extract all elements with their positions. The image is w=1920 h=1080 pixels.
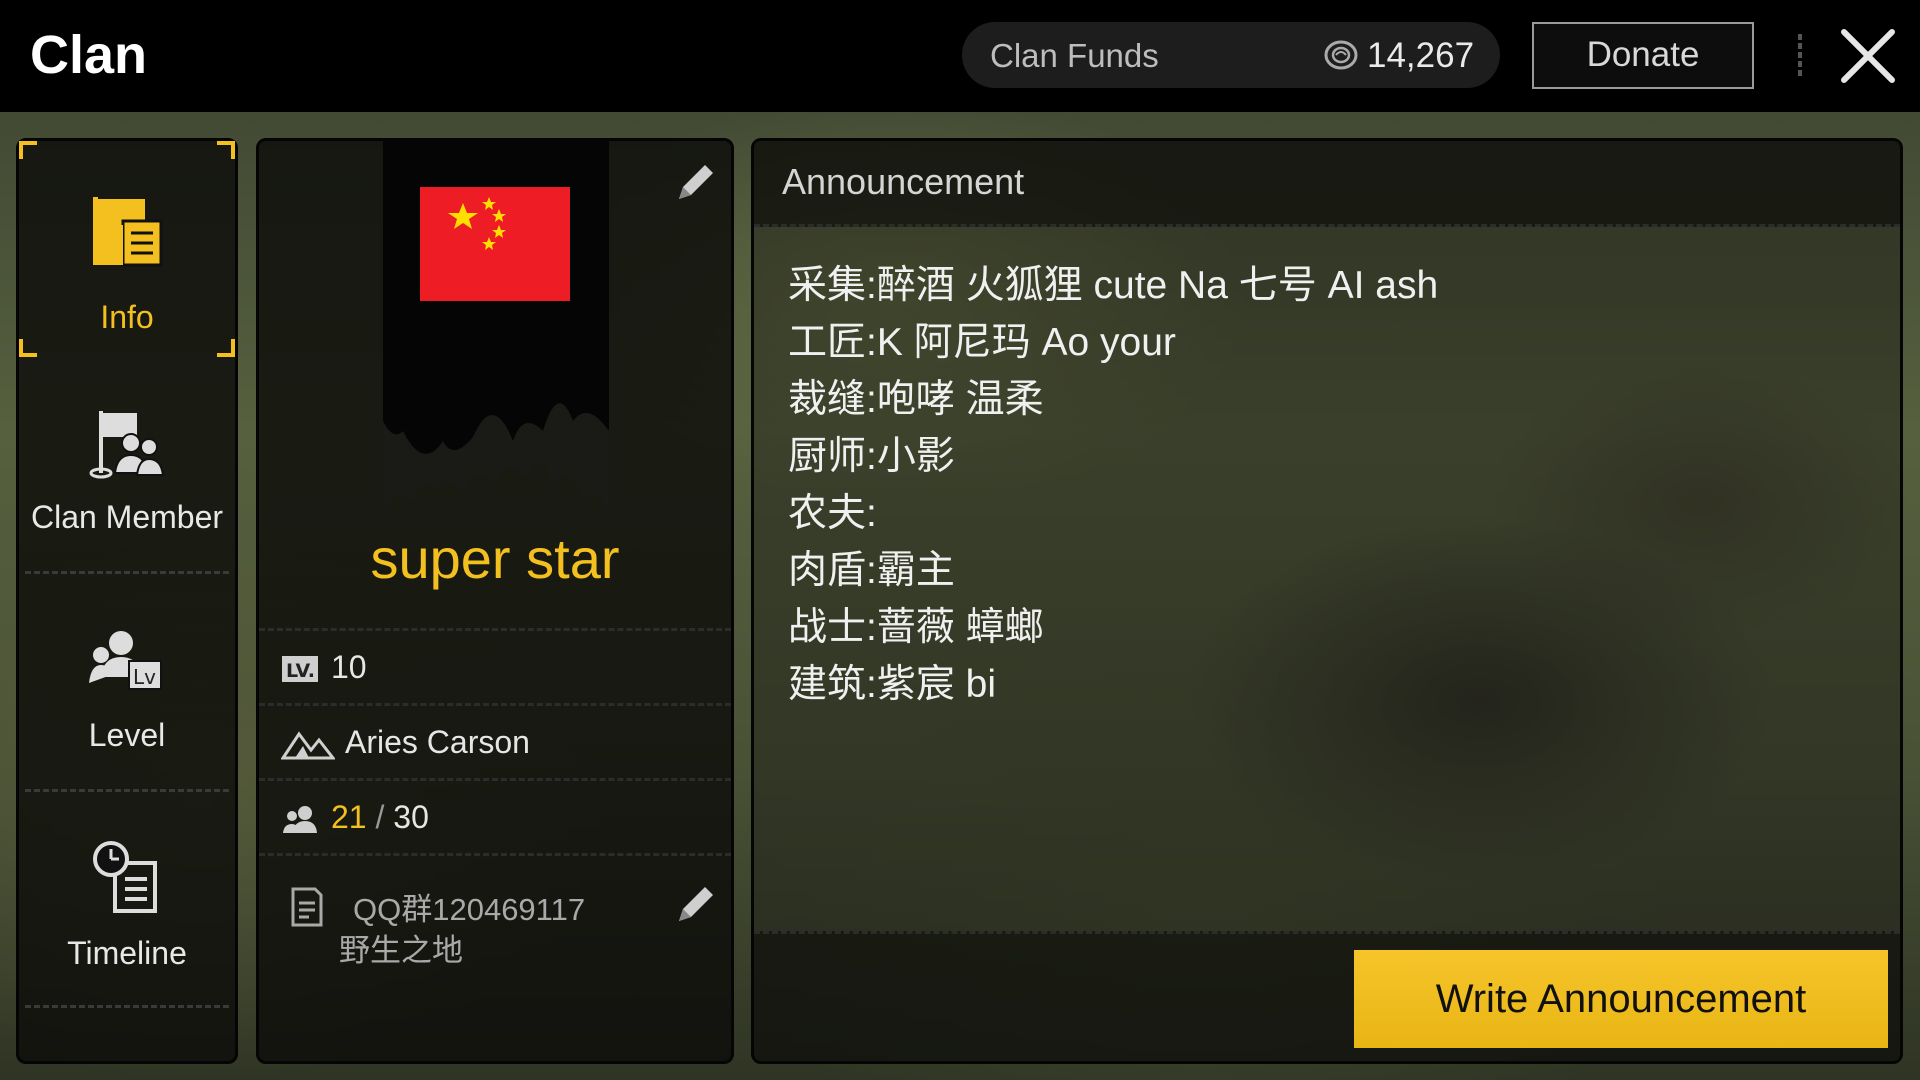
- sidebar-item-label: Info: [100, 299, 154, 335]
- sidebar-item-clan-member[interactable]: Clan Member: [19, 359, 235, 575]
- top-bar: Clan Clan Funds 14,267 Donate: [0, 0, 1920, 122]
- clan-description-line1: QQ群120469117: [353, 892, 586, 927]
- clan-member-icon: [89, 411, 165, 479]
- selection-corner: [217, 141, 235, 159]
- announcement-line: 工匠:K 阿尼玛 Ao your: [788, 321, 1176, 364]
- edit-banner-pencil-icon[interactable]: [671, 159, 719, 207]
- china-flag: [420, 187, 570, 301]
- clan-banner-flag: [383, 141, 609, 511]
- announcement-text: 采集:醉酒 火狐狸 cute Na 七号 AI ash 工匠:K 阿尼玛 Ao …: [788, 257, 1438, 713]
- sidebar-item-label: Timeline: [67, 935, 187, 971]
- desc-divider: [259, 853, 731, 856]
- announcement-line: 厨师:小影: [788, 435, 955, 478]
- clan-leader-name: Aries Carson: [345, 724, 530, 760]
- svg-text:LV.: LV.: [286, 660, 315, 682]
- write-announcement-button[interactable]: Write Announcement: [1354, 950, 1888, 1048]
- members-icon: [283, 806, 317, 833]
- clan-description-line2: 野生之地: [339, 933, 463, 968]
- sidebar-item-timeline[interactable]: Timeline: [19, 795, 235, 1011]
- announcement-line: 采集:醉酒 火狐狸 cute Na 七号 AI ash: [788, 264, 1439, 307]
- sidebar-divider: [25, 571, 229, 574]
- announcement-line: 肉盾:霸主: [788, 549, 955, 592]
- clan-funds-display: Clan Funds 14,267: [962, 22, 1500, 88]
- coin-icon: [1324, 40, 1358, 70]
- announcement-panel: Announcement 采集:醉酒 火狐狸 cute Na 七号 AI ash…: [751, 138, 1903, 1064]
- announcement-title: Announcement: [782, 161, 1025, 202]
- edit-description-pencil-icon[interactable]: [671, 881, 719, 929]
- divider-icon: [1798, 34, 1802, 78]
- selection-corner: [217, 339, 235, 357]
- sidebar-item-label: Level: [88, 717, 166, 753]
- svg-text:Lv: Lv: [133, 665, 156, 689]
- close-icon[interactable]: [1838, 28, 1898, 84]
- clan-leader-row: Aries Carson: [259, 703, 731, 777]
- timeline-clock-icon: [93, 841, 157, 913]
- clan-members-row: 21 / 30: [259, 778, 731, 852]
- clan-funds-label: Clan Funds: [990, 37, 1159, 74]
- clan-description: QQ群120469117 野生之地: [339, 889, 639, 971]
- sidebar-divider: [25, 1005, 229, 1008]
- sidebar-item-label: Clan Member: [30, 499, 224, 535]
- announcement-line: 农夫:: [788, 492, 877, 535]
- info-flag-document-icon: [93, 197, 163, 267]
- clan-info-panel: super star LV. 10 Aries Carson 21 / 30 Q…: [256, 138, 734, 1064]
- mountain-icon: [281, 731, 335, 760]
- sidebar: Info Clan Member Lv Level Timeline: [16, 138, 238, 1064]
- clan-member-count: 21 / 30: [331, 799, 429, 836]
- level-badge-icon: LV.: [282, 656, 318, 682]
- sidebar-divider: [25, 789, 229, 792]
- announcement-footer: Write Announcement: [754, 931, 1900, 1061]
- selection-corner: [19, 141, 37, 159]
- clan-name: super star: [370, 527, 620, 590]
- clan-funds-value: 14,267: [1367, 36, 1475, 75]
- donate-button[interactable]: Donate: [1532, 22, 1754, 89]
- announcement-line: 建筑:紫宸 bi: [788, 663, 997, 706]
- announcement-line: 战士:蔷薇 蟑螂: [788, 606, 1044, 649]
- sidebar-item-level[interactable]: Lv Level: [19, 577, 235, 793]
- page-title: Clan: [30, 25, 148, 85]
- level-icon: Lv: [89, 631, 162, 690]
- announcement-header: Announcement: [754, 141, 1900, 227]
- member-count-max: 30: [393, 799, 429, 835]
- clan-level-row: LV. 10: [259, 628, 731, 702]
- selection-corner: [19, 339, 37, 357]
- clan-level-value: 10: [331, 649, 367, 685]
- description-document-icon: [291, 887, 323, 927]
- announcement-line: 裁缝:咆哮 温柔: [788, 378, 1044, 421]
- member-count-separator: /: [366, 799, 394, 835]
- sidebar-item-info[interactable]: Info: [19, 141, 235, 357]
- member-count-current: 21: [331, 799, 367, 835]
